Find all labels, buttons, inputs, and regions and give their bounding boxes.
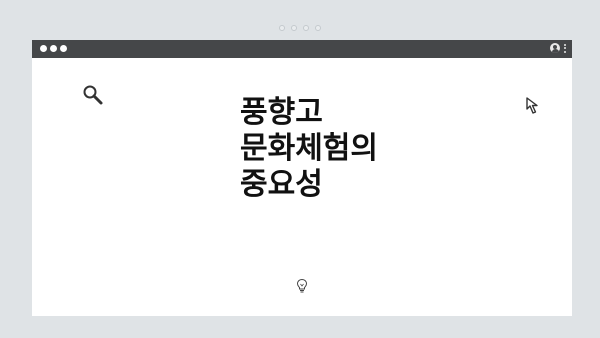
browser-window: 풍향고 문화체험의 중요성 — [32, 40, 572, 316]
indicator-dot — [315, 25, 321, 31]
lightbulb-icon — [296, 278, 308, 293]
indicator-dot — [279, 25, 285, 31]
cursor-arrow-icon — [526, 97, 538, 114]
window-title-bar — [32, 40, 572, 58]
title-bar-actions — [550, 43, 566, 53]
minimize-dot[interactable] — [50, 45, 57, 52]
indicator-dot — [303, 25, 309, 31]
indicator-dot — [291, 25, 297, 31]
article-headline: 풍향고 문화체험의 중요성 — [240, 95, 378, 202]
close-dot[interactable] — [40, 45, 47, 52]
page-indicator-dots — [0, 25, 600, 31]
kebab-menu-icon[interactable] — [564, 43, 566, 53]
maximize-dot[interactable] — [60, 45, 67, 52]
user-icon[interactable] — [550, 43, 560, 53]
magnifier-icon — [83, 85, 103, 105]
window-controls — [40, 45, 67, 52]
